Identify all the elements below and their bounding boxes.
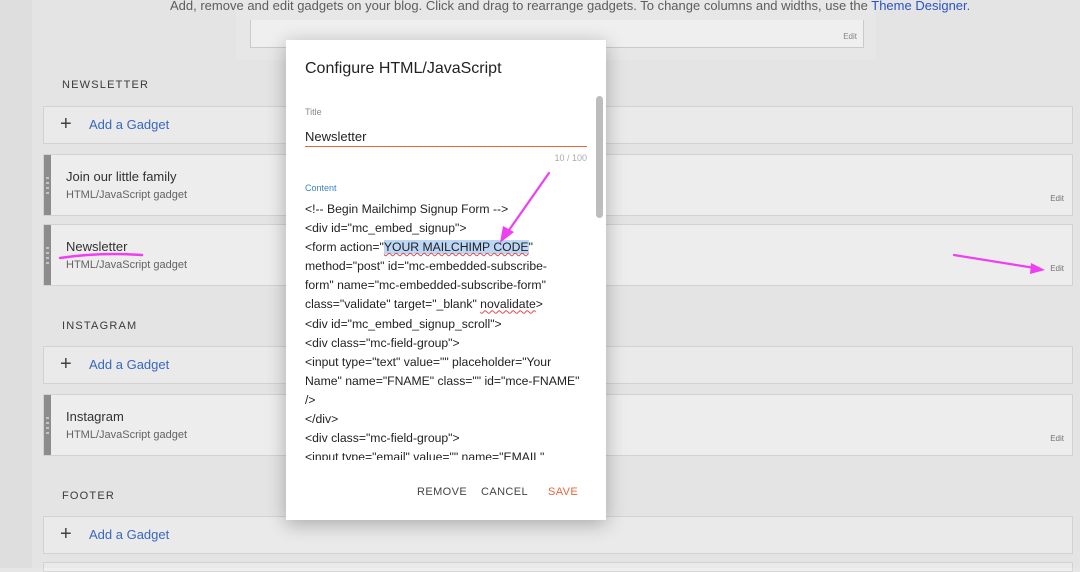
underline-annotation [58, 252, 144, 260]
arrowhead-edit [1030, 263, 1045, 274]
arrow-annotation-edit [952, 253, 1037, 270]
arrow-annotation-code [505, 171, 551, 235]
arrowhead-code [500, 226, 514, 243]
annotation-overlay [58, 171, 1045, 274]
